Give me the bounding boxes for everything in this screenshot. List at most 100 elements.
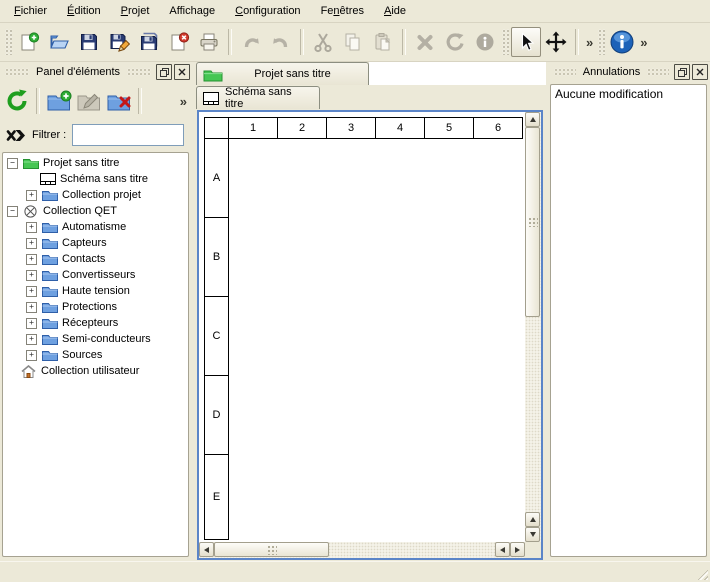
horizontal-scrollbar[interactable] bbox=[199, 542, 525, 558]
blue-folder-icon bbox=[41, 269, 58, 281]
expand-expander-icon[interactable]: + bbox=[26, 238, 37, 249]
copy-button[interactable] bbox=[338, 27, 368, 57]
rotate-button[interactable] bbox=[440, 27, 470, 57]
float-panel-button[interactable] bbox=[674, 64, 690, 80]
toolbar-drag-handle[interactable] bbox=[502, 29, 509, 55]
tree-item-collection-projet[interactable]: +Collection projet bbox=[3, 187, 188, 203]
cut-button[interactable] bbox=[308, 27, 338, 57]
undo-panel-titlebar[interactable]: Annulations bbox=[549, 62, 710, 82]
information-button[interactable] bbox=[470, 27, 500, 57]
row-header-D: D bbox=[204, 375, 229, 455]
expand-expander-icon[interactable]: + bbox=[26, 222, 37, 233]
scroll-up-button[interactable] bbox=[525, 512, 540, 527]
delete-button[interactable] bbox=[410, 27, 440, 57]
tree-item-capteurs[interactable]: +Capteurs bbox=[3, 235, 188, 251]
scroll-up-button[interactable] bbox=[525, 112, 540, 127]
expand-expander-icon[interactable]: + bbox=[26, 286, 37, 297]
new-document-button[interactable] bbox=[14, 27, 44, 57]
schema-canvas[interactable]: 123456 ABCDE bbox=[199, 112, 541, 558]
scroll-down-button[interactable] bbox=[525, 527, 540, 542]
close-panel-button[interactable] bbox=[174, 64, 190, 80]
scroll-left-button[interactable] bbox=[495, 542, 510, 557]
tree-item-recepteurs[interactable]: +Récepteurs bbox=[3, 315, 188, 331]
cut-icon bbox=[312, 31, 334, 53]
resize-grip[interactable] bbox=[695, 567, 708, 580]
tree-item-collection-qet[interactable]: −Collection QET bbox=[3, 203, 188, 219]
menu-aide[interactable]: Aide bbox=[374, 2, 416, 20]
tree-item-semi-conducteurs[interactable]: + Semi-conducteurs bbox=[3, 331, 188, 347]
reload-collections-button[interactable] bbox=[2, 86, 32, 116]
collapse-expander-icon[interactable]: − bbox=[7, 206, 18, 217]
tab-projet-sans-titre[interactable]: Projet sans titre bbox=[196, 62, 369, 85]
elements-tree[interactable]: −Projet sans titreSchéma sans titre+Coll… bbox=[2, 152, 189, 557]
tree-item-projet-sans-titre[interactable]: −Projet sans titre bbox=[3, 155, 188, 171]
clear-filter-icon[interactable] bbox=[6, 128, 26, 143]
collapse-expander-icon[interactable]: − bbox=[7, 158, 18, 169]
toolbar-extension-button[interactable]: » bbox=[583, 35, 596, 50]
toolbar-separator bbox=[300, 29, 304, 55]
menu-projet[interactable]: Projet bbox=[111, 2, 160, 20]
undo-list-item[interactable]: Aucune modification bbox=[551, 85, 706, 103]
qet-icon bbox=[22, 205, 39, 218]
undo-button[interactable] bbox=[236, 27, 266, 57]
expand-expander-icon[interactable]: + bbox=[26, 334, 37, 345]
paste-button[interactable] bbox=[368, 27, 398, 57]
tree-item-haute-tension[interactable]: +Haute tension bbox=[3, 283, 188, 299]
expand-expander-icon[interactable]: + bbox=[26, 350, 37, 361]
save-as-button[interactable] bbox=[104, 27, 134, 57]
menu-edition[interactable]: Édition bbox=[57, 2, 111, 20]
delete-category-button[interactable] bbox=[104, 86, 134, 116]
horizontal-scrollbar-track[interactable] bbox=[329, 542, 495, 558]
redo-button[interactable] bbox=[266, 27, 296, 57]
tab-schema-sans-titre[interactable]: Schéma sans titre bbox=[196, 86, 320, 109]
selection-arrow-button[interactable] bbox=[511, 27, 541, 57]
edit-category-button[interactable] bbox=[74, 86, 104, 116]
print-button[interactable] bbox=[194, 27, 224, 57]
vertical-scrollbar[interactable] bbox=[525, 112, 541, 542]
save-button[interactable] bbox=[74, 27, 104, 57]
tree-item-contacts[interactable]: +Contacts bbox=[3, 251, 188, 267]
vertical-scrollbar-track[interactable] bbox=[525, 317, 541, 512]
toolbar-drag-handle[interactable] bbox=[598, 29, 605, 55]
menu-fenetres[interactable]: Fenêtres bbox=[311, 2, 374, 20]
expand-expander-icon[interactable]: + bbox=[26, 318, 37, 329]
expand-expander-icon[interactable]: + bbox=[26, 302, 37, 313]
elements-panel-titlebar[interactable]: Panel d'éléments bbox=[0, 62, 192, 82]
open-project-button[interactable] bbox=[44, 27, 74, 57]
blue-folder-icon bbox=[41, 333, 58, 345]
project-folder-icon bbox=[203, 67, 223, 82]
toolbar-extension-button[interactable]: » bbox=[637, 35, 650, 50]
scroll-right-button[interactable] bbox=[510, 542, 525, 557]
tree-item-automatisme[interactable]: +Automatisme bbox=[3, 219, 188, 235]
expand-expander-icon[interactable]: + bbox=[26, 270, 37, 281]
new-category-button[interactable] bbox=[44, 86, 74, 116]
tree-item-schema-sans-titre[interactable]: Schéma sans titre bbox=[3, 171, 188, 187]
menu-affichage[interactable]: Affichage bbox=[159, 2, 225, 20]
dock-grip-texture bbox=[647, 68, 669, 76]
close-panel-button[interactable] bbox=[692, 64, 708, 80]
column-header-3: 3 bbox=[326, 117, 376, 139]
vertical-scrollbar-thumb[interactable] bbox=[525, 127, 540, 317]
toolbar-drag-handle[interactable] bbox=[5, 29, 12, 55]
panel-toolbar-extension-button[interactable]: » bbox=[177, 94, 190, 109]
scroll-left-button[interactable] bbox=[199, 542, 214, 557]
qet-information-button[interactable] bbox=[607, 27, 637, 57]
save-all-button[interactable] bbox=[134, 27, 164, 57]
tree-item-protections[interactable]: +Protections bbox=[3, 299, 188, 315]
expand-expander-icon[interactable]: + bbox=[26, 190, 37, 201]
move-schema-button[interactable] bbox=[541, 27, 571, 57]
tree-item-collection-utilisateur[interactable]: Collection utilisateur bbox=[3, 363, 188, 379]
filter-input[interactable] bbox=[72, 124, 184, 146]
horizontal-scrollbar-thumb[interactable] bbox=[214, 542, 329, 557]
expand-expander-icon[interactable]: + bbox=[26, 254, 37, 265]
home-icon bbox=[20, 365, 37, 378]
tree-item-convertisseurs[interactable]: +Convertisseurs bbox=[3, 267, 188, 283]
close-document-button[interactable] bbox=[164, 27, 194, 57]
tree-item-sources[interactable]: +Sources bbox=[3, 347, 188, 363]
float-panel-button[interactable] bbox=[156, 64, 172, 80]
schema-view[interactable]: 123456 ABCDE bbox=[197, 110, 543, 560]
menu-fichier[interactable]: Fichier bbox=[4, 2, 57, 20]
tree-item-label: Semi-conducteurs bbox=[62, 333, 151, 345]
menu-configuration[interactable]: Configuration bbox=[225, 2, 310, 20]
undo-list[interactable]: Aucune modification bbox=[550, 84, 707, 557]
